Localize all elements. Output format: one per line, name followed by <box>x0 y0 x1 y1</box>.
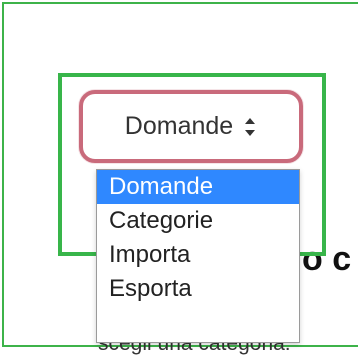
dropdown-option-esporta[interactable]: Esporta <box>97 272 299 306</box>
dropdown-option-domande[interactable]: Domande <box>97 170 299 204</box>
question-bank-select[interactable]: Domande <box>79 90 303 163</box>
select-dropdown-menu[interactable]: Domande Categorie Importa Esporta <box>96 169 300 343</box>
chevron-up-down-icon <box>243 116 257 138</box>
dropdown-option-importa[interactable]: Importa <box>97 238 299 272</box>
dropdown-option-categorie[interactable]: Categorie <box>97 204 299 238</box>
page-heading-fragment: o c <box>302 240 352 278</box>
select-current-value: Domande <box>124 112 234 140</box>
